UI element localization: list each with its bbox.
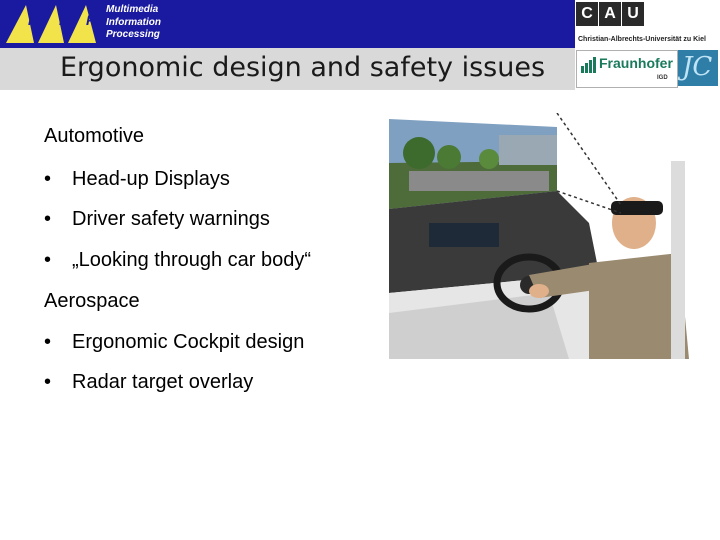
mip-wordmark: Multimedia Information Processing [106, 4, 161, 42]
bullet-text: Driver safety warnings [72, 208, 270, 230]
section-heading-automotive: Automotive [44, 125, 145, 147]
mip-line-3: Processing [106, 29, 160, 40]
cau-logo: C A U [576, 2, 645, 26]
jc-logo: JC [678, 50, 718, 86]
mip-letter-m: M [28, 12, 40, 28]
mip-letter-p: P [86, 12, 96, 28]
list-item: • Driver safety warnings [44, 208, 270, 231]
bullet-text: Radar target overlay [72, 371, 254, 393]
fraunhofer-logo: Fraunhofer IGD [576, 50, 678, 88]
cau-letter-u: U [622, 2, 644, 26]
mip-logo: M I P [6, 5, 96, 43]
bullet-text: Head-up Displays [72, 168, 230, 190]
jc-label: JC [682, 52, 713, 82]
list-item: • „Looking through car body“ [44, 249, 311, 272]
list-item: • Head-up Displays [44, 168, 230, 191]
bullet-dot: • [44, 208, 52, 230]
fraunhofer-mark-icon [581, 57, 596, 73]
bullet-text: Ergonomic Cockpit design [72, 331, 305, 353]
cau-logo-box: C A U Christian-Albrechts-Universität zu… [576, 0, 720, 48]
fraunhofer-name: Fraunhofer [599, 55, 673, 71]
mip-line-2: Information [106, 16, 161, 28]
slide-title: Ergonomic design and safety issues [60, 52, 546, 83]
bullet-dot: • [44, 168, 52, 190]
section-heading-aerospace: Aerospace [44, 290, 140, 312]
bullet-dot: • [44, 331, 52, 353]
cau-letter-c: C [576, 2, 598, 26]
cau-letter-a: A [599, 2, 621, 26]
cau-subtitle: Christian-Albrechts-Universität zu Kiel [578, 36, 706, 43]
bullet-dot: • [44, 249, 52, 271]
fraunhofer-unit: IGD [657, 75, 668, 81]
bullet-text: „Looking through car body“ [72, 249, 312, 271]
bullet-dot: • [44, 371, 52, 393]
list-item: • Radar target overlay [44, 371, 253, 394]
mip-line-1: Multimedia [106, 4, 159, 15]
car-simulator-photo [389, 113, 689, 359]
list-item: • Ergonomic Cockpit design [44, 331, 304, 354]
mip-letter-i: I [59, 12, 64, 28]
